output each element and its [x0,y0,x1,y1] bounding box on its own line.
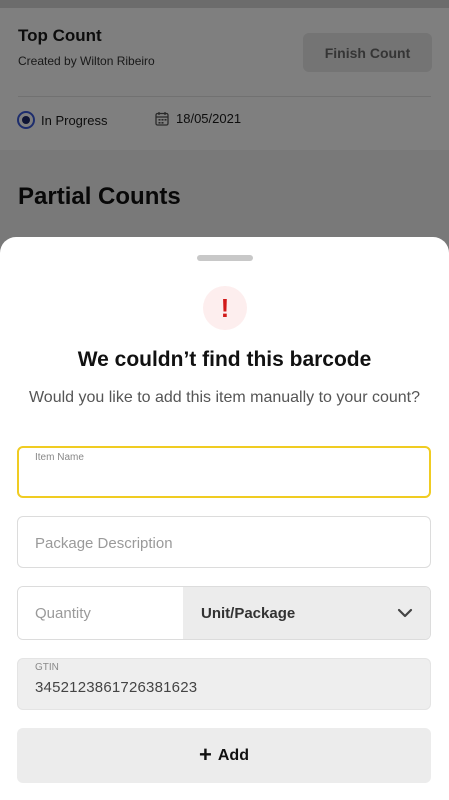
add-button[interactable]: + Add [17,728,431,783]
sheet-title: We couldn’t find this barcode [77,348,372,371]
alert-icon: ! [203,286,247,330]
quantity-row: Unit/Package [17,586,431,640]
plus-icon: + [199,741,212,767]
item-name-input[interactable] [35,466,415,494]
package-description-input[interactable] [35,529,415,557]
quantity-input[interactable] [35,599,175,627]
add-button-label: Add [217,746,249,764]
barcode-not-found-sheet: ! We couldn’t find this barcode Would yo… [0,237,449,800]
gtin-label: GTIN [35,662,59,673]
item-name-field[interactable]: Item Name [17,446,431,498]
sheet-drag-handle[interactable] [197,255,253,261]
item-name-label: Item Name [35,452,84,463]
sheet-description: Would you like to add this item manually… [28,389,421,406]
unit-package-select[interactable]: Unit/Package [183,587,430,639]
package-description-field[interactable] [17,516,431,568]
gtin-field: GTIN 3452123861726381623 [17,658,431,710]
quantity-field[interactable] [18,587,183,639]
chevron-down-icon [397,608,413,618]
gtin-value: 3452123861726381623 [35,679,198,696]
unit-select-value: Unit/Package [201,604,296,622]
